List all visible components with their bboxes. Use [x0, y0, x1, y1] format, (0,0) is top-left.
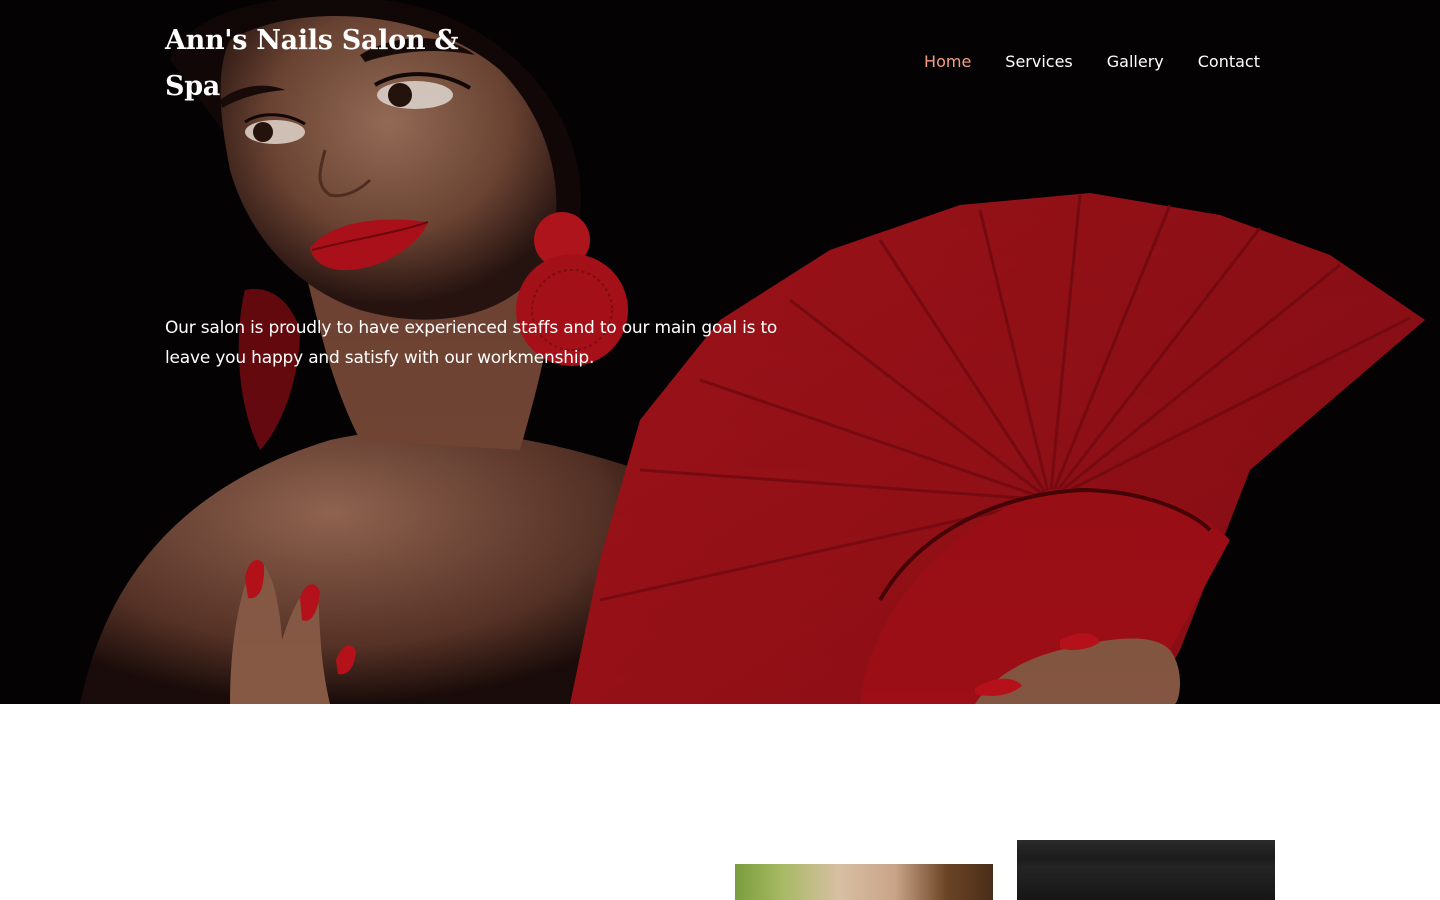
main-nav: Home Services Gallery Contact	[924, 50, 1260, 74]
nav-link-services[interactable]: Services	[1005, 50, 1072, 74]
gallery-image-face	[735, 864, 993, 900]
nav-link-gallery[interactable]: Gallery	[1107, 50, 1164, 74]
nav-link-home[interactable]: Home	[924, 50, 971, 74]
nav-link-contact[interactable]: Contact	[1198, 50, 1260, 74]
site-title[interactable]: Ann's Nails Salon & Spa	[165, 18, 465, 110]
gallery-image-dark	[1017, 840, 1275, 900]
hero-section: Ann's Nails Salon & Spa Home Services Ga…	[0, 0, 1440, 704]
hero-tagline: Our salon is proudly to have experienced…	[165, 318, 778, 368]
